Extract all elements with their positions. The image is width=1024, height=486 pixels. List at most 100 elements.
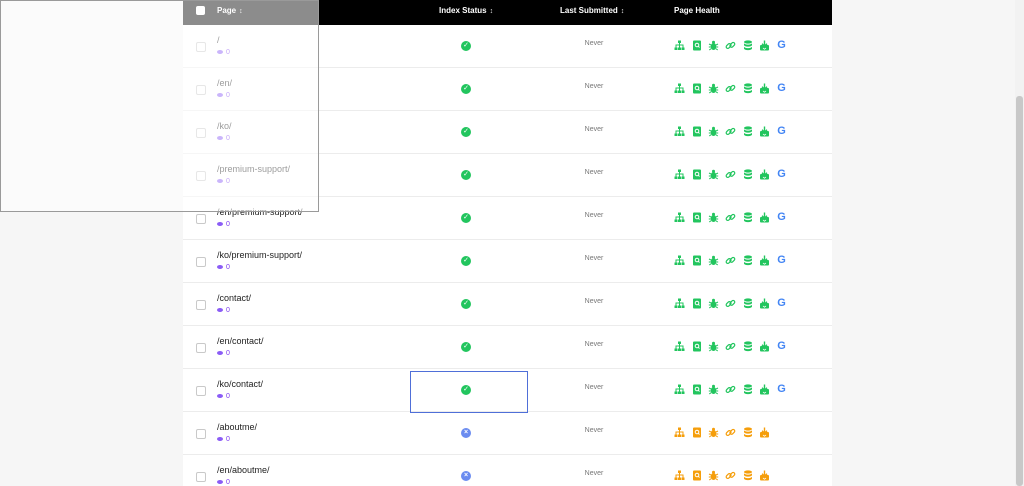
link-icon[interactable] <box>725 40 736 51</box>
page-search-icon[interactable] <box>691 470 702 481</box>
page-path-link[interactable]: /en/premium-support/ <box>217 207 303 217</box>
link-icon[interactable] <box>725 255 736 266</box>
sitemap-icon[interactable] <box>674 126 685 137</box>
sitemap-icon[interactable] <box>674 470 685 481</box>
bug-icon[interactable] <box>708 169 719 180</box>
page-search-icon[interactable] <box>691 126 702 137</box>
link-icon[interactable] <box>725 83 736 94</box>
page-search-icon[interactable] <box>691 384 702 395</box>
database-icon[interactable] <box>742 298 753 309</box>
page-path-link[interactable]: /en/aboutme/ <box>217 465 270 475</box>
link-icon[interactable] <box>725 126 736 137</box>
row-checkbox[interactable] <box>196 472 206 482</box>
page-path-link[interactable]: / <box>217 35 220 45</box>
column-index-status[interactable]: Index Status ↕ <box>439 0 493 25</box>
sitemap-icon[interactable] <box>674 341 685 352</box>
row-checkbox[interactable] <box>196 300 206 310</box>
download-icon[interactable] <box>759 470 770 481</box>
sitemap-icon[interactable] <box>674 40 685 51</box>
download-icon[interactable] <box>759 40 770 51</box>
scrollbar[interactable] <box>1015 0 1024 486</box>
google-icon[interactable]: G <box>776 384 787 395</box>
page-path-link[interactable]: /ko/contact/ <box>217 379 263 389</box>
download-icon[interactable] <box>759 298 770 309</box>
download-icon[interactable] <box>759 83 770 94</box>
row-checkbox[interactable] <box>196 85 206 95</box>
database-icon[interactable] <box>742 427 753 438</box>
link-icon[interactable] <box>725 212 736 223</box>
sitemap-icon[interactable] <box>674 212 685 223</box>
row-checkbox[interactable] <box>196 128 206 138</box>
table-row[interactable]: /aboutme/0 × Never <box>183 412 832 455</box>
google-icon[interactable]: G <box>776 298 787 309</box>
link-icon[interactable] <box>725 298 736 309</box>
row-checkbox[interactable] <box>196 42 206 52</box>
link-icon[interactable] <box>725 341 736 352</box>
table-row[interactable]: /en/contact/0 ✓ Never G <box>183 326 832 369</box>
page-search-icon[interactable] <box>691 169 702 180</box>
table-row[interactable]: /contact/0 ✓ Never G <box>183 283 832 326</box>
bug-icon[interactable] <box>708 255 719 266</box>
sitemap-icon[interactable] <box>674 427 685 438</box>
bug-icon[interactable] <box>708 298 719 309</box>
table-row[interactable]: /en/0 ✓ Never G <box>183 68 832 111</box>
download-icon[interactable] <box>759 341 770 352</box>
database-icon[interactable] <box>742 255 753 266</box>
page-search-icon[interactable] <box>691 83 702 94</box>
bug-icon[interactable] <box>708 470 719 481</box>
bug-icon[interactable] <box>708 40 719 51</box>
database-icon[interactable] <box>742 212 753 223</box>
row-checkbox[interactable] <box>196 214 206 224</box>
page-search-icon[interactable] <box>691 341 702 352</box>
page-search-icon[interactable] <box>691 255 702 266</box>
bug-icon[interactable] <box>708 427 719 438</box>
bug-icon[interactable] <box>708 341 719 352</box>
sitemap-icon[interactable] <box>674 298 685 309</box>
sort-icon[interactable]: ↕ <box>621 8 625 15</box>
page-path-link[interactable]: /ko/premium-support/ <box>217 250 302 260</box>
table-row[interactable]: /en/premium-support/0 ✓ Never G <box>183 197 832 240</box>
database-icon[interactable] <box>742 126 753 137</box>
sort-icon[interactable]: ↕ <box>239 8 243 15</box>
link-icon[interactable] <box>725 169 736 180</box>
database-icon[interactable] <box>742 341 753 352</box>
link-icon[interactable] <box>725 384 736 395</box>
row-checkbox[interactable] <box>196 386 206 396</box>
sitemap-icon[interactable] <box>674 83 685 94</box>
download-icon[interactable] <box>759 212 770 223</box>
sort-icon[interactable]: ↕ <box>490 8 494 15</box>
download-icon[interactable] <box>759 126 770 137</box>
page-path-link[interactable]: /ko/ <box>217 121 232 131</box>
page-path-link[interactable]: /en/contact/ <box>217 336 264 346</box>
link-icon[interactable] <box>725 470 736 481</box>
table-row[interactable]: /ko/premium-support/0 ✓ Never G <box>183 240 832 283</box>
select-all-checkbox[interactable] <box>196 6 205 15</box>
bug-icon[interactable] <box>708 384 719 395</box>
page-search-icon[interactable] <box>691 212 702 223</box>
bug-icon[interactable] <box>708 83 719 94</box>
database-icon[interactable] <box>742 169 753 180</box>
table-row[interactable]: /premium-support/0 ✓ Never G <box>183 154 832 197</box>
download-icon[interactable] <box>759 169 770 180</box>
page-path-link[interactable]: /en/ <box>217 78 232 88</box>
google-icon[interactable]: G <box>776 83 787 94</box>
page-path-link[interactable]: /contact/ <box>217 293 251 303</box>
table-row[interactable]: /en/aboutme/0 × Never <box>183 455 832 486</box>
google-icon[interactable]: G <box>776 255 787 266</box>
database-icon[interactable] <box>742 40 753 51</box>
column-page[interactable]: Page ↕ <box>217 0 243 25</box>
scrollbar-thumb[interactable] <box>1016 96 1023 486</box>
database-icon[interactable] <box>742 470 753 481</box>
database-icon[interactable] <box>742 384 753 395</box>
download-icon[interactable] <box>759 255 770 266</box>
google-icon[interactable]: G <box>776 341 787 352</box>
sitemap-icon[interactable] <box>674 255 685 266</box>
download-icon[interactable] <box>759 427 770 438</box>
bug-icon[interactable] <box>708 212 719 223</box>
page-search-icon[interactable] <box>691 40 702 51</box>
link-icon[interactable] <box>725 427 736 438</box>
row-checkbox[interactable] <box>196 429 206 439</box>
sitemap-icon[interactable] <box>674 384 685 395</box>
database-icon[interactable] <box>742 83 753 94</box>
row-checkbox[interactable] <box>196 343 206 353</box>
